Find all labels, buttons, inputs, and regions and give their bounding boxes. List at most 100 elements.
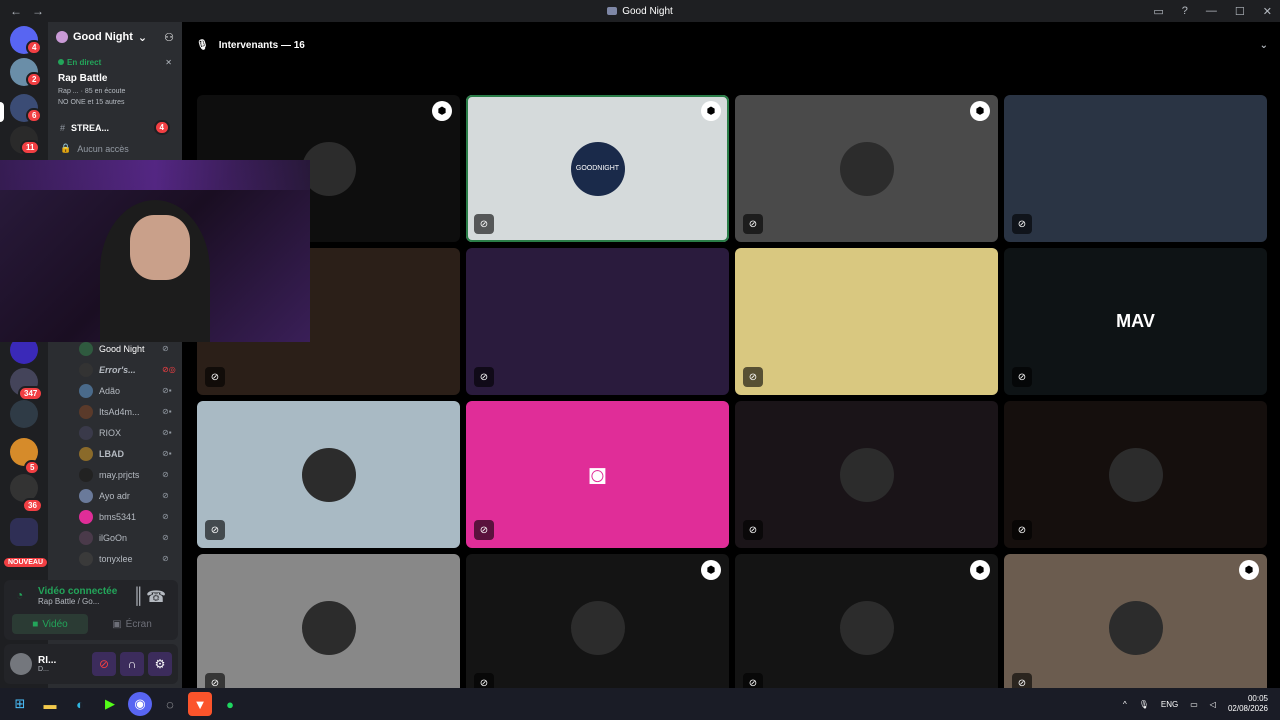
live-stage-card[interactable]: En direct ✕ Rap Battle Rap ... · 85 en éc… [48,52,182,116]
mic-muted-icon: ⊘ [474,214,494,234]
speaker-tile[interactable]: ⬢ ⊘ [466,554,729,701]
deafened-icon: ⊘◎ [162,365,176,374]
brave-icon[interactable]: ▼ [188,692,212,716]
server-header[interactable]: Good Night ⌄ ⚇ [48,22,182,52]
title-bar: ← → Good Night ▭ ? — ☐ ✕ [0,0,1280,22]
speaker-tile[interactable]: ⊘ [197,554,460,701]
avatar [79,488,93,503]
speaker-tile[interactable]: ⊘ [197,401,460,548]
speaker-tile[interactable]: ⊘ [735,248,998,395]
video-button[interactable]: ■ Vidéo [12,614,88,634]
speaker-tile[interactable]: ◙ ⊘ [466,401,729,548]
windows-start-icon[interactable]: ⊞ [8,692,32,716]
edge-icon[interactable]: ◐ [68,692,92,716]
help-icon[interactable]: ? [1182,5,1188,17]
avatar [79,446,93,461]
stage-speakers: NO ONE et 15 autres [58,99,125,106]
voice-connection-panel: ◔ ║ ☎ Vidéo connectée Rap Battle / Go...… [4,580,178,640]
channel-badge: 4 [153,120,170,135]
speaker-tile[interactable]: ⊘ [1004,401,1267,548]
inbox-icon[interactable]: ▭ [1153,5,1163,18]
mic-muted-icon[interactable]: ⊘ [92,652,116,676]
avatar [570,600,625,655]
volume-icon[interactable]: ◁ [1210,700,1216,709]
network-icon[interactable]: ▭ [1190,700,1198,709]
speaker-tile[interactable]: ⊘ [466,248,729,395]
spotify-icon[interactable]: ● [218,692,242,716]
kick-app-icon[interactable]: ▶ [98,692,122,716]
member-name: Adão [99,385,121,396]
chevron-down-icon[interactable]: ⌄ [1260,40,1268,51]
stage-title: Rap Battle [58,73,108,84]
lock-icon: 🔒 [60,143,72,153]
video-icon: ⊘▪ [162,449,172,458]
voice-members-list: Good Night ⊘ Error's... ⊘◎ Adão ⊘▪ ItsAd4m.… [74,338,182,569]
member-row[interactable]: Adão ⊘▪ [74,380,182,401]
member-row[interactable]: ilGoOn ⊘ [74,527,182,548]
live-label: En direct [67,58,102,67]
server-icon [607,7,618,15]
avatar [79,341,93,356]
close-icon[interactable]: ✕ [1263,5,1272,18]
gear-icon[interactable]: ⚙ [148,652,172,676]
member-name: RIOX [99,427,122,438]
mic-muted-icon: ⊘ [1012,520,1032,540]
member-row[interactable]: Error's... ⊘◎ [74,359,182,380]
channel-item[interactable]: # STREA... 4 [48,116,182,139]
member-row[interactable]: bms5341 ⊘ [74,506,182,527]
channel-item[interactable]: 🔒 Aucun accès [48,139,182,158]
language-indicator[interactable]: ENG [1161,700,1178,709]
member-row[interactable]: ItsAd4m... ⊘▪ [74,401,182,422]
user-panel: RI... D... ⊘ ∩ ⚙ [4,644,178,684]
popout-video[interactable] [0,160,310,342]
username: RI... [38,655,57,666]
member-row[interactable]: LBAD ⊘▪ [74,443,182,464]
discord-icon[interactable]: ◉ [128,692,152,716]
avatar[interactable] [10,653,32,675]
speaker-tile[interactable]: ⬢ ⊘ [1004,554,1267,701]
screen-button-label: Écran [125,618,152,630]
server-icon[interactable] [10,400,38,428]
maximize-icon[interactable]: ☐ [1235,5,1245,18]
speaker-tile[interactable]: ⬢ ⊘ [735,554,998,701]
guild-badge: 36 [22,498,43,513]
selected-pill [0,102,4,122]
mic-muted-icon: ⊘ [1012,367,1032,387]
guild-badge: 5 [24,460,41,475]
member-row[interactable]: RIOX ⊘▪ [74,422,182,443]
clock[interactable]: 00:05 02/08/2026 [1228,694,1268,714]
mic-icon: 🎙 [196,39,209,51]
mic-muted-icon: ⊘ [162,491,169,500]
avatar [79,509,93,524]
speaker-tile[interactable]: GOODNIGHT ⬢ ⊘ [466,95,729,242]
headphones-icon[interactable]: ∩ [120,652,144,676]
moderator-shield-icon: ⬢ [970,560,990,580]
folder-icon[interactable] [10,518,38,546]
close-icon[interactable]: ✕ [165,58,172,67]
video-icon: ⊘▪ [162,386,172,395]
speaker-tile[interactable]: MAV ⊘ [1004,248,1267,395]
speaker-tile[interactable]: ⬢ ⊘ [735,95,998,242]
disconnect-icon[interactable]: ☎ [146,587,166,607]
guild-badge: 11 [20,140,41,155]
noise-suppression-icon[interactable]: ║ [133,588,144,606]
file-explorer-icon[interactable]: ▬ [38,692,62,716]
member-row[interactable]: may.prjcts ⊘ [74,464,182,485]
member-row[interactable]: Ayo adr ⊘ [74,485,182,506]
screen-share-button[interactable]: ▣ Écran [94,614,170,634]
mic-icon[interactable]: 🎙 [1139,700,1149,709]
member-name: Good Night [99,343,145,354]
app-icon[interactable]: ◌ [158,692,182,716]
speaker-tile[interactable]: ⊘ [735,401,998,548]
moderator-shield-icon: ⬢ [1239,560,1259,580]
hash-icon: # [60,122,66,133]
avatar [1108,447,1163,502]
avatar [79,551,93,566]
window-title: Good Night [0,6,1280,17]
mic-muted-icon: ⊘ [162,554,169,563]
add-user-icon[interactable]: ⚇ [164,31,174,44]
chevron-up-icon[interactable]: ^ [1123,700,1127,709]
minimize-icon[interactable]: — [1206,5,1217,17]
member-row[interactable]: tonyxlee ⊘ [74,548,182,569]
speaker-tile[interactable]: ⊘ [1004,95,1267,242]
